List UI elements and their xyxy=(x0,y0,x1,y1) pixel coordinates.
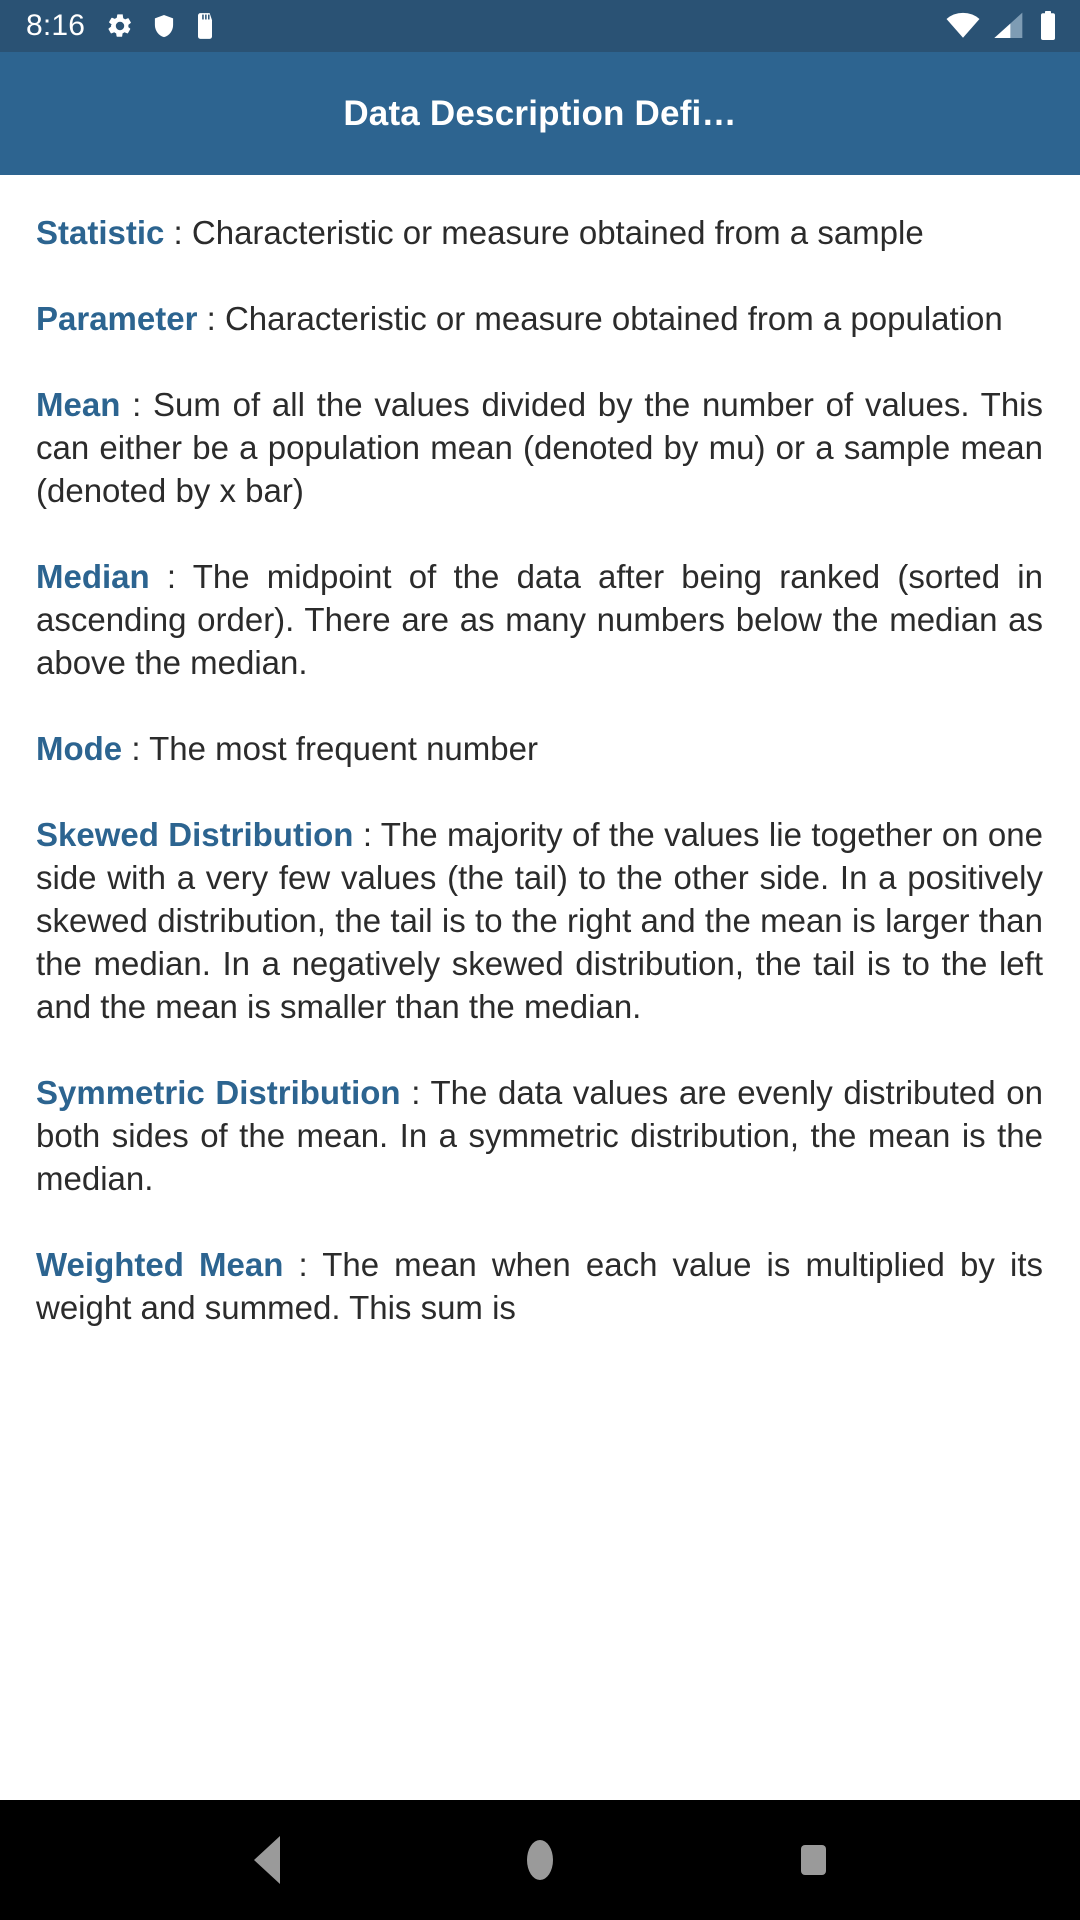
definition-item: Skewed Distribution : The majority of th… xyxy=(36,813,1043,1028)
definition-term: Mean xyxy=(36,386,121,423)
definition-separator: : xyxy=(400,1074,431,1111)
definition-term: Parameter xyxy=(36,300,198,337)
definition-term: Median xyxy=(36,558,150,595)
definition-separator: : xyxy=(283,1246,323,1283)
definition-separator: : xyxy=(164,214,192,251)
definition-separator: : xyxy=(120,386,154,423)
cell-signal-icon xyxy=(993,12,1025,40)
definition-term: Weighted Mean xyxy=(36,1246,284,1283)
app-bar: Data Description Defi… xyxy=(0,52,1080,175)
definition-term: Skewed Distribution xyxy=(36,816,354,853)
definition-separator: : xyxy=(122,730,150,767)
status-bar: 8:16 xyxy=(0,0,1080,52)
app-screen: 8:16 Data Description Defi… Statistic: … xyxy=(0,0,1080,1920)
circle-icon xyxy=(526,1840,553,1880)
definition-item: Mean : Sum of all the values divided by … xyxy=(36,383,1043,512)
definition-body: Sum of all the values divided by the num… xyxy=(36,386,1044,509)
definition-term: Symmetric Distribution xyxy=(36,1074,401,1111)
definition-body: The most frequent number xyxy=(149,730,538,767)
definition-separator: : xyxy=(149,558,193,595)
triangle-left-icon xyxy=(253,1836,280,1884)
definition-item: Statistic : Characteristic or measure ob… xyxy=(36,211,1043,254)
definition-body: Characteristic or measure obtained from … xyxy=(191,214,924,251)
shield-icon xyxy=(151,12,177,40)
definition-item: Mode : The most frequent number xyxy=(36,727,1043,770)
status-bar-left-group: 8:16 xyxy=(26,11,216,41)
definition-term: Mode xyxy=(36,730,123,767)
definitions-list[interactable]: Statistic : Characteristic or measure ob… xyxy=(0,175,1080,1920)
definition-item: Symmetric Distribution : The data values… xyxy=(36,1071,1043,1200)
battery-icon xyxy=(1038,11,1058,41)
definition-item: Median : The midpoint of the data after … xyxy=(36,555,1043,684)
wifi-icon xyxy=(946,12,980,40)
definition-body: Characteristic or measure obtained from … xyxy=(224,300,1003,337)
android-navigation-bar xyxy=(0,1800,1080,1920)
definition-separator: : xyxy=(353,816,381,853)
definition-item: Weighted Mean : The mean when each value… xyxy=(36,1243,1043,1329)
gear-icon xyxy=(106,12,134,40)
definition-item: Parameter : Characteristic or measure ob… xyxy=(36,297,1043,340)
status-bar-right-group xyxy=(946,11,1058,41)
definition-term: Statistic xyxy=(36,214,165,251)
back-button[interactable] xyxy=(207,1800,327,1920)
sd-card-icon xyxy=(194,12,216,40)
home-button[interactable] xyxy=(480,1800,600,1920)
status-clock: 8:16 xyxy=(26,9,86,42)
square-icon xyxy=(800,1845,826,1875)
recents-button[interactable] xyxy=(753,1800,873,1920)
page-title: Data Description Defi… xyxy=(343,93,737,133)
definition-separator: : xyxy=(197,300,225,337)
